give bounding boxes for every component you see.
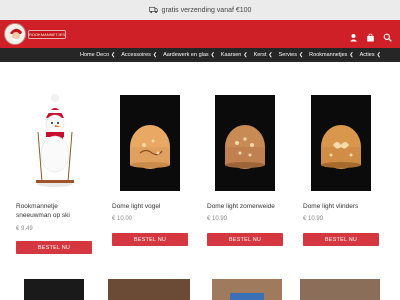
order-button[interactable]: BESTEL NU: [303, 233, 379, 246]
announcement-text: gratis verzending vanaf €100: [161, 6, 252, 14]
product-card: Rookmannetje sneeuwman op ski € 9.49 BES…: [16, 62, 92, 262]
product-name[interactable]: Dome light vlinders: [303, 202, 381, 211]
chevron-down-icon: ❮: [111, 52, 116, 58]
nav-item-acties[interactable]: Acties ❮: [360, 52, 381, 58]
product-card: Dome light zomerweide € 10.99 BESTEL NU: [207, 62, 283, 262]
product-grid: Rookmannetje sneeuwman op ski € 9.49 BES…: [0, 62, 400, 300]
product-label: [230, 293, 264, 300]
chevron-down-icon: ❮: [268, 52, 273, 58]
site-header: ROOKMANNETJES.NL: [0, 20, 400, 48]
product-card: Dome light vogel € 10.00 BESTEL NU: [112, 62, 188, 262]
nav-item-accessoires[interactable]: Accessoires ❮: [121, 52, 157, 58]
chevron-down-icon: ❮: [298, 52, 304, 58]
nav-item-kaarsen[interactable]: Kaarsen ❮: [221, 52, 248, 58]
product-image-partial[interactable]: [24, 279, 84, 300]
main-navigation: Home Deco ❮ Accessoires ❮ Aardewerk en gla…: [0, 48, 400, 62]
announcement-bar: gratis verzending vanaf €100: [0, 0, 400, 20]
product-image-partial[interactable]: [212, 279, 282, 300]
logo-text: ROOKMANNETJES.NL: [28, 29, 66, 39]
product-price: € 10.99: [207, 216, 228, 222]
site-logo[interactable]: ROOKMANNETJES.NL: [4, 23, 66, 45]
chevron-down-icon: ❮: [210, 52, 215, 58]
product-name[interactable]: Dome light zomerweide: [207, 202, 285, 211]
product-name[interactable]: Dome light vogel: [112, 202, 190, 211]
chevron-down-icon: ❮: [349, 52, 354, 58]
product-image-partial[interactable]: [300, 279, 380, 300]
order-button[interactable]: BESTEL NU: [16, 241, 92, 254]
nav-item-aardewerk[interactable]: Aardewerk en glas ❮: [163, 52, 215, 58]
truck-icon: [148, 6, 158, 14]
chevron-down-icon: ❮: [243, 52, 248, 58]
chevron-down-icon: ❮: [376, 52, 381, 58]
user-icon[interactable]: [349, 29, 358, 42]
nav-item-home-deco[interactable]: Home Deco ❮: [80, 52, 115, 58]
product-image-dome-zomerweide[interactable]: [215, 95, 275, 191]
product-price: € 10.00: [112, 216, 133, 222]
nav-item-kerst[interactable]: Kerst ❮: [254, 52, 273, 58]
product-card: Dome light vlinders € 10.99 BESTEL NU: [303, 62, 379, 262]
order-button[interactable]: BESTEL NU: [112, 233, 188, 246]
nav-item-servies[interactable]: Servies ❮: [279, 52, 304, 58]
product-image-partial[interactable]: [108, 279, 190, 300]
nav-item-rookmannetjes[interactable]: Rookmannetjes ❮: [309, 52, 353, 58]
search-icon[interactable]: [383, 29, 392, 42]
order-button[interactable]: BESTEL NU: [207, 233, 283, 246]
product-price: € 10.99: [303, 216, 324, 222]
product-image-snowman[interactable]: [30, 92, 80, 192]
chevron-down-icon: ❮: [152, 52, 158, 58]
product-price: € 9.49: [16, 226, 33, 232]
bag-icon[interactable]: [366, 29, 375, 42]
product-name[interactable]: Rookmannetje sneeuwman op ski: [16, 202, 94, 220]
product-image-dome-vlinders[interactable]: [311, 95, 371, 191]
logo-santa-image: [4, 23, 26, 45]
product-image-dome-vogel[interactable]: [120, 95, 180, 191]
